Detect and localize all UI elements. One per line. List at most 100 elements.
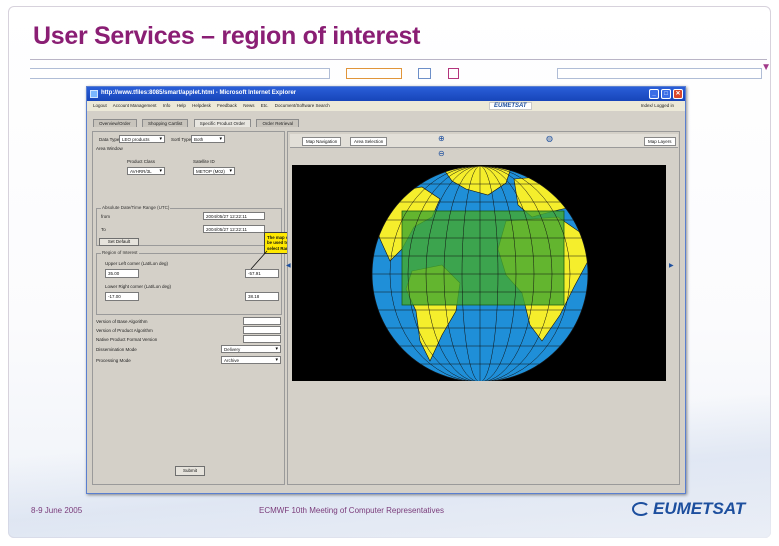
close-icon[interactable]: ✕ xyxy=(673,89,683,99)
roi-label: Region of Interest xyxy=(101,250,139,255)
sort-type-label: Sortl Type: xyxy=(171,137,193,142)
map-layers-button[interactable]: Map Layers xyxy=(644,137,676,146)
from-datetime-value: 2004/05/27 12:22:11 xyxy=(206,214,247,219)
menu-item-etc[interactable]: Etc. xyxy=(261,103,269,108)
tab-shopping-cart[interactable]: Shopping Cartlist xyxy=(141,119,189,127)
lower-right-lat-value: -17.00 xyxy=(108,294,121,299)
version-product-field[interactable] xyxy=(243,326,281,334)
tab-order-retrieval[interactable]: Order Retrieval xyxy=(256,119,299,127)
eumetsat-logo: EUMETSAT xyxy=(632,499,745,519)
menu-item-search[interactable]: Document/Software Search xyxy=(275,103,330,108)
to-datetime-field[interactable]: 2004/05/27 12:22:11 xyxy=(203,225,265,233)
product-class-label: Product Class xyxy=(127,159,156,164)
processing-value: Archive xyxy=(224,358,240,363)
set-default-button[interactable]: Set Default xyxy=(99,238,139,246)
maximize-icon[interactable]: □ xyxy=(661,89,671,99)
decor-arrow-icon: ▼ xyxy=(761,62,771,73)
title-rule xyxy=(30,59,767,60)
chevron-down-icon: ▾ xyxy=(275,346,278,352)
menu-item-info[interactable]: Info xyxy=(163,103,171,108)
dissemination-label: Dissemination Mode xyxy=(96,347,137,352)
dissemination-select[interactable]: Delivery ▾ xyxy=(221,345,281,353)
product-class-select[interactable]: AVHRR/3L ▾ xyxy=(127,167,165,175)
lower-right-lon-value: 38.18 xyxy=(248,294,260,299)
zoom-out-icon[interactable]: ⊖ xyxy=(438,149,445,158)
ie-icon xyxy=(90,90,98,98)
processing-label: Processing Mode xyxy=(96,358,131,363)
processing-select[interactable]: Archive ▾ xyxy=(221,356,281,364)
date-range-label: Absolute Date/Time Range (UTC) xyxy=(101,205,171,210)
map-canvas[interactable] xyxy=(292,165,666,381)
pan-right-icon[interactable]: ▶ xyxy=(669,262,674,269)
map-toolbar: Map Navigation Area Selection ⊕ ◍ Map La… xyxy=(290,134,678,148)
eumetsat-logo-icon xyxy=(632,502,650,516)
area-selection-select[interactable]: Area Selection xyxy=(350,137,388,146)
lower-right-lon-field[interactable]: 38.18 xyxy=(245,292,279,301)
pan-left-icon[interactable]: ◀ xyxy=(286,262,291,269)
menu-item-account[interactable]: Account Management xyxy=(113,103,157,108)
globe-icon[interactable]: ◍ xyxy=(546,134,553,143)
version-base-field[interactable] xyxy=(243,317,281,325)
browser-window: http://www.tfiles:8085/smart/applet.html… xyxy=(86,86,686,494)
chevron-down-icon: ▾ xyxy=(159,136,162,142)
footer-date: 8-9 June 2005 xyxy=(31,506,83,515)
globe-map[interactable] xyxy=(292,165,666,381)
to-label: To xyxy=(101,227,106,232)
callout-pointer xyxy=(250,250,268,270)
chevron-down-icon: ▾ xyxy=(159,168,162,174)
chevron-down-icon: ▾ xyxy=(275,357,278,363)
dissemination-value: Delivery xyxy=(224,347,241,352)
map-navigation-select[interactable]: Map Navigation xyxy=(302,137,342,146)
satellite-label: Satellite ID xyxy=(193,159,215,164)
upper-left-lat-value: 35.00 xyxy=(108,271,120,276)
area-window-label: Area Window xyxy=(96,146,123,151)
menu-item-logout[interactable]: Logout xyxy=(93,103,107,108)
version-product-label: Version of Product Algorithm xyxy=(96,328,153,333)
menu-item-news[interactable]: News xyxy=(243,103,254,108)
decor-line-left xyxy=(30,68,330,79)
upper-left-label: Upper Left corner (Lat/Lon deg) xyxy=(105,261,169,266)
version-base-label: Version of Base Algorithm xyxy=(96,319,148,324)
footer-meeting: ECMWF 10th Meeting of Computer Represent… xyxy=(259,506,444,515)
zoom-in-icon[interactable]: ⊕ xyxy=(438,134,445,143)
chevron-down-icon: ▾ xyxy=(219,136,222,142)
menu-logo: EUMETSAT xyxy=(489,102,532,110)
data-type-label: Data Type: xyxy=(99,137,121,142)
slide-title: User Services – region of interest xyxy=(33,22,421,50)
native-format-field[interactable] xyxy=(243,335,281,343)
native-format-label: Native Product Format Version xyxy=(96,337,158,342)
submit-button[interactable]: Submit xyxy=(175,466,205,476)
window-title: http://www.tfiles:8085/smart/applet.html… xyxy=(101,90,297,96)
tab-overview[interactable]: Overview/Order xyxy=(93,119,137,127)
tab-specific-product-order[interactable]: Specific Product Order xyxy=(193,119,251,127)
sort-type-value: Both xyxy=(194,137,204,142)
data-type-value: LEO products xyxy=(122,137,150,142)
to-datetime-value: 2004/05/27 12:22:11 xyxy=(206,227,247,232)
upper-left-lat-field[interactable]: 35.00 xyxy=(105,269,139,278)
decor-square-orange xyxy=(346,68,402,79)
menu-bar: Logout Account Management Info Help Help… xyxy=(87,101,685,111)
from-datetime-field[interactable]: 2004/05/27 12:22:11 xyxy=(203,212,265,220)
decor-line-right xyxy=(557,68,762,79)
sort-type-select[interactable]: Both ▾ xyxy=(191,135,225,143)
minimize-icon[interactable]: _ xyxy=(649,89,659,99)
menu-item-helpdesk[interactable]: Helpdesk xyxy=(192,103,211,108)
land-asia xyxy=(575,194,588,236)
tab-bar: Overview/Order Shopping Cartlist Specifi… xyxy=(87,111,685,127)
satellite-value: METOP (M02) xyxy=(196,169,225,174)
menu-item-help[interactable]: Help xyxy=(177,103,186,108)
lower-right-label: Lower Right corner (Lat/Lon deg) xyxy=(105,284,172,289)
decor-square-blue xyxy=(418,68,431,79)
menu-login-status[interactable]: Index/ Logged in xyxy=(641,103,674,108)
map-panel: Map Navigation Area Selection ⊕ ◍ Map La… xyxy=(286,131,680,485)
product-class-value: AVHRR/3L xyxy=(130,169,152,174)
menu-item-feedback[interactable]: Feedback xyxy=(217,103,237,108)
from-label: from xyxy=(101,214,110,219)
eumetsat-logo-text: EUMETSAT xyxy=(653,499,746,518)
data-type-select[interactable]: LEO products ▾ xyxy=(119,135,165,143)
satellite-select[interactable]: METOP (M02) ▾ xyxy=(193,167,235,175)
decor-square-magenta xyxy=(448,68,459,79)
window-titlebar: http://www.tfiles:8085/smart/applet.html… xyxy=(87,87,685,101)
chevron-down-icon: ▾ xyxy=(229,168,232,174)
lower-right-lat-field[interactable]: -17.00 xyxy=(105,292,139,301)
